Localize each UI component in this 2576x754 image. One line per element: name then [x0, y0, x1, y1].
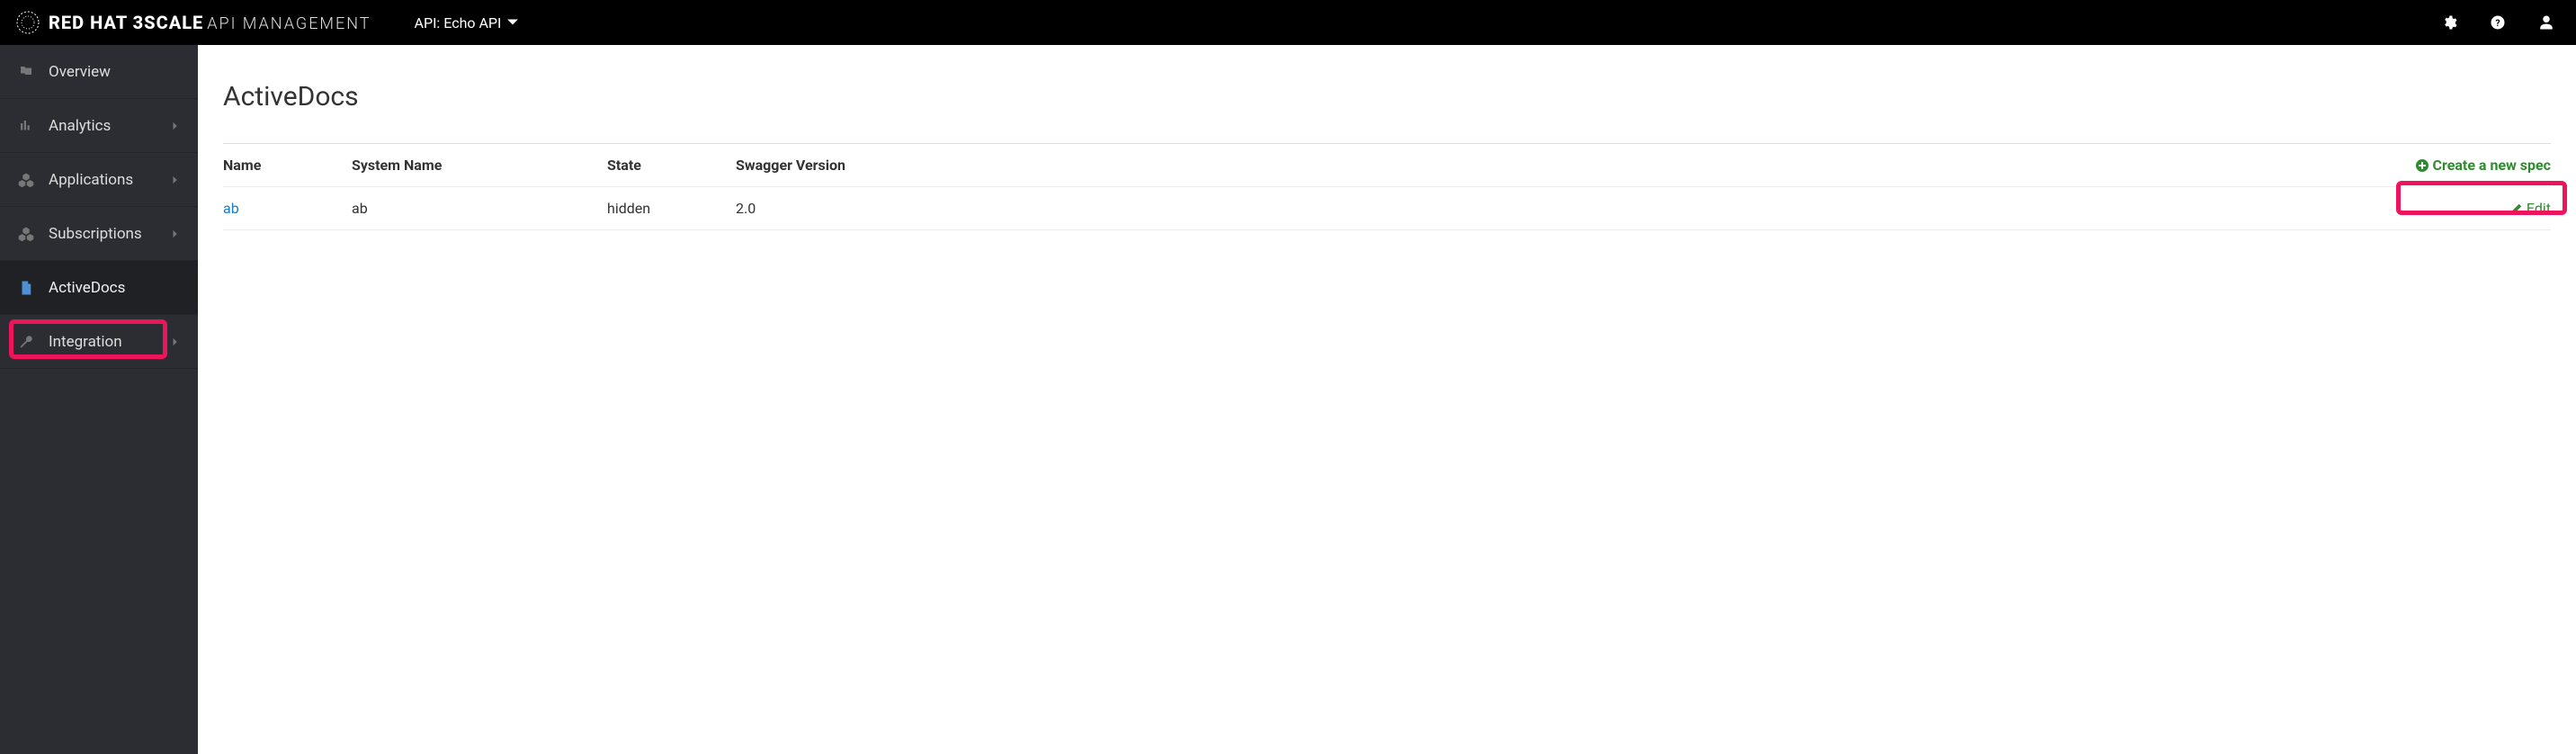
sidebar-item-label: Subscriptions	[49, 225, 142, 243]
cubes-icon	[18, 172, 49, 188]
sidebar-item-activedocs[interactable]: ActiveDocs	[0, 261, 198, 315]
sidebar-item-applications[interactable]: Applications	[0, 153, 198, 207]
sidebar-item-label: Overview	[49, 63, 111, 81]
brand-text: RED HAT 3SCALEAPI MANAGEMENT	[49, 12, 371, 33]
column-header-state: State	[607, 157, 736, 174]
help-icon: ?	[2490, 14, 2506, 31]
sidebar-item-label: Analytics	[49, 117, 111, 135]
user-icon	[2538, 14, 2554, 31]
page-title: ActiveDocs	[223, 81, 2551, 112]
sidebar-nav: Overview Analytics Applications Subscrip…	[0, 45, 198, 754]
doc-name-link[interactable]: ab	[223, 200, 352, 217]
column-header-swagger: Swagger Version	[736, 157, 916, 174]
document-icon	[18, 280, 49, 296]
sidebar-item-label: Applications	[49, 171, 133, 189]
sidebar-item-label: ActiveDocs	[49, 279, 125, 297]
help-button[interactable]: ?	[2490, 14, 2506, 31]
header-icon-group: ?	[2441, 14, 2554, 31]
svg-text:?: ?	[2495, 17, 2500, 29]
api-selector-dropdown[interactable]: API: Echo API	[415, 14, 520, 31]
column-header-system-name: System Name	[352, 157, 607, 174]
chart-icon	[18, 118, 49, 134]
brand-thin: API MANAGEMENT	[207, 14, 371, 33]
edit-doc-button[interactable]: Edit	[2510, 200, 2551, 217]
create-link-label: Create a new spec	[2433, 157, 2551, 174]
user-menu-button[interactable]	[2538, 14, 2554, 31]
chevron-right-icon	[171, 333, 180, 351]
sidebar-item-subscriptions[interactable]: Subscriptions	[0, 207, 198, 261]
chevron-down-icon	[506, 16, 519, 29]
create-new-spec-button[interactable]: Create a new spec	[2415, 157, 2551, 174]
wrench-icon	[18, 334, 49, 350]
brand-area: RED HAT 3SCALEAPI MANAGEMENT	[16, 11, 371, 34]
flag-icon	[18, 64, 49, 80]
column-header-name: Name	[223, 157, 352, 174]
sidebar-item-label: Integration	[49, 333, 122, 351]
table-header-row: Name System Name State Swagger Version C…	[223, 144, 2551, 187]
gear-icon	[2441, 14, 2457, 31]
sidebar-item-integration[interactable]: Integration	[0, 315, 198, 369]
chevron-right-icon	[171, 225, 180, 243]
edit-link-label: Edit	[2527, 200, 2551, 217]
doc-state: hidden	[607, 200, 736, 217]
doc-system-name: ab	[352, 200, 607, 217]
sidebar-item-analytics[interactable]: Analytics	[0, 99, 198, 153]
redhat-logo-icon	[16, 11, 40, 34]
brand-bold: RED HAT 3SCALE	[49, 12, 203, 33]
sidebar-item-overview[interactable]: Overview	[0, 45, 198, 99]
api-selector-label: API: Echo API	[415, 14, 502, 31]
chevron-right-icon	[171, 171, 180, 189]
chevron-right-icon	[171, 117, 180, 135]
cubes-icon	[18, 226, 49, 242]
plus-circle-icon	[2415, 158, 2429, 173]
pencil-icon	[2510, 202, 2523, 215]
doc-swagger-version: 2.0	[736, 200, 916, 217]
activedocs-table: Name System Name State Swagger Version C…	[223, 143, 2551, 230]
app-header: RED HAT 3SCALEAPI MANAGEMENT API: Echo A…	[0, 0, 2576, 45]
main-content: ActiveDocs Name System Name State Swagge…	[198, 45, 2576, 754]
table-row: ab ab hidden 2.0 Edit	[223, 187, 2551, 230]
settings-button[interactable]	[2441, 14, 2457, 31]
